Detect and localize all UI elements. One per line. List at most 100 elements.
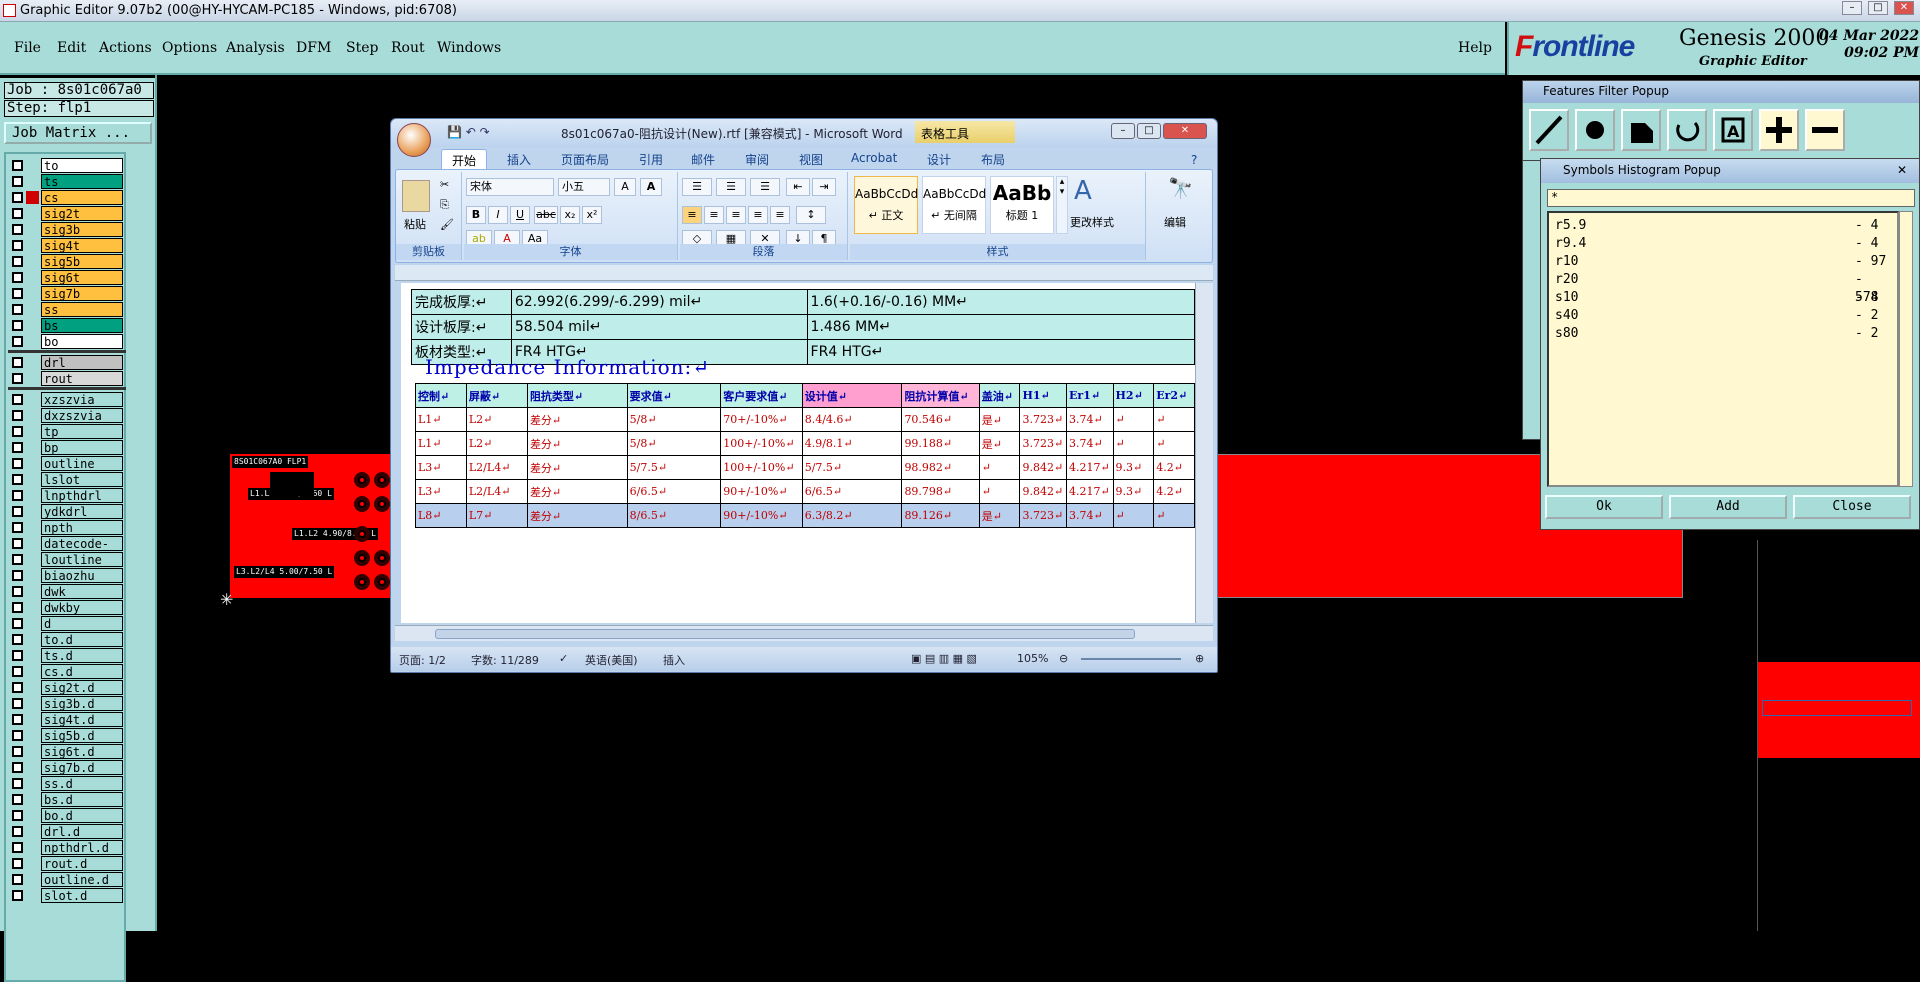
help-icon[interactable]: ? xyxy=(1191,153,1197,167)
format-painter-icon[interactable]: 🖌 xyxy=(440,218,454,231)
table-cell[interactable]: 3.723↵ xyxy=(1019,503,1067,528)
layer-checkbox[interactable] xyxy=(12,357,23,368)
table-cell[interactable]: 100+/-10%↵ xyxy=(720,431,803,456)
layer-row[interactable]: dwkby xyxy=(8,600,126,615)
layer-name[interactable]: sig2t xyxy=(41,206,123,221)
tab-home[interactable]: 开始 xyxy=(441,149,488,171)
table-cell[interactable]: 9.3↵ xyxy=(1112,479,1155,504)
layer-checkbox[interactable] xyxy=(12,874,23,885)
table-cell[interactable]: 9.842↵ xyxy=(1019,479,1067,504)
page-count[interactable]: 页面: 1/2 xyxy=(399,652,446,668)
grow-font-icon[interactable]: A xyxy=(614,178,636,196)
menu-step[interactable]: Step xyxy=(346,40,378,56)
table-cell[interactable]: 8.4/4.6↵ xyxy=(801,407,903,432)
document-page[interactable]: 完成板厚:↵ 62.992(6.299/-6.299) mil↵ 1.6(+0.16… xyxy=(401,283,1196,623)
table-cell[interactable]: L1↵ xyxy=(415,431,467,456)
table-cell[interactable]: 差分↵ xyxy=(526,479,628,504)
layer-row[interactable]: bo xyxy=(8,334,126,349)
table-cell[interactable]: 89.798↵ xyxy=(901,479,980,504)
layer-name[interactable]: dwkby xyxy=(41,600,123,615)
table-header-cell[interactable]: Er2↵ xyxy=(1153,383,1195,408)
layer-checkbox[interactable] xyxy=(12,570,23,581)
table-header-cell[interactable]: Er1↵ xyxy=(1066,383,1114,408)
layer-row[interactable]: to xyxy=(8,158,126,173)
layer-name[interactable]: cs.d xyxy=(41,664,123,679)
layer-name[interactable]: sig4t xyxy=(41,238,123,253)
layer-name[interactable]: lslot xyxy=(41,472,123,487)
table-header-cell[interactable]: 屏蔽↵ xyxy=(465,383,528,408)
layer-row[interactable]: sig3b xyxy=(8,222,126,237)
tab-references[interactable]: 引用 xyxy=(639,151,663,168)
table-cell[interactable]: L2↵ xyxy=(465,431,528,456)
layer-checkbox[interactable] xyxy=(12,442,23,453)
tab-mailings[interactable]: 邮件 xyxy=(691,151,715,168)
zoom-out-icon[interactable]: ⊖ xyxy=(1059,652,1068,665)
table-cell[interactable]: 90+/-10%↵ xyxy=(720,479,803,504)
table-cell[interactable]: FR4 HTG↵ xyxy=(806,339,1196,365)
layer-row[interactable]: ts xyxy=(8,174,126,189)
layer-checkbox[interactable] xyxy=(12,410,23,421)
table-cell[interactable]: 3.723↵ xyxy=(1019,431,1067,456)
layer-name[interactable]: ts xyxy=(41,174,123,189)
layer-checkbox[interactable] xyxy=(12,826,23,837)
line-tool-button[interactable] xyxy=(1529,109,1569,151)
layer-row[interactable]: to.d xyxy=(8,632,126,647)
layer-name[interactable]: sig7b.d xyxy=(41,760,123,775)
menu-rout[interactable]: Rout xyxy=(391,40,425,56)
table-cell[interactable]: L2↵ xyxy=(465,407,528,432)
layer-name[interactable]: biaozhu xyxy=(41,568,123,583)
table-cell[interactable]: ↵ xyxy=(1153,431,1195,456)
tab-layout[interactable]: 布局 xyxy=(981,151,1005,168)
spellcheck-icon[interactable]: ✓ xyxy=(559,652,568,665)
insert-mode[interactable]: 插入 xyxy=(663,652,685,668)
layer-row[interactable]: sig6t xyxy=(8,270,126,285)
layer-checkbox[interactable] xyxy=(12,554,23,565)
superscript-button[interactable]: x² xyxy=(582,206,602,224)
table-cell[interactable]: 5/8↵ xyxy=(626,407,722,432)
layer-name[interactable]: ss xyxy=(41,302,123,317)
tab-design[interactable]: 设计 xyxy=(927,151,951,168)
word-close-button[interactable]: ✕ xyxy=(1163,123,1207,139)
zoom-level[interactable]: 105% xyxy=(1017,652,1048,665)
layer-row[interactable]: bp xyxy=(8,440,126,455)
table-cell[interactable]: L7↵ xyxy=(465,503,528,528)
table-cell[interactable]: 1.486 MM↵ xyxy=(806,314,1196,340)
layer-name[interactable]: npthdrl.d xyxy=(41,840,123,855)
layer-name[interactable]: ts.d xyxy=(41,648,123,663)
layer-row[interactable]: loutline xyxy=(8,552,126,567)
list-item[interactable]: s80 - 2 xyxy=(1555,325,1891,343)
close-icon[interactable]: ✕ xyxy=(1897,163,1907,177)
layer-name[interactable]: bp xyxy=(41,440,123,455)
char-border-icon[interactable]: A xyxy=(640,178,662,196)
layer-name[interactable]: rout.d xyxy=(41,856,123,871)
symbol-list-scrollbar[interactable] xyxy=(1899,211,1913,487)
menu-dfm[interactable]: DFM xyxy=(296,40,331,56)
layer-checkbox[interactable] xyxy=(12,176,23,187)
layer-name[interactable]: npth xyxy=(41,520,123,535)
table-cell[interactable]: 9.3↵ xyxy=(1112,455,1155,480)
layer-checkbox[interactable] xyxy=(12,762,23,773)
table-cell[interactable]: 设计板厚:↵ xyxy=(411,314,512,340)
strikethrough-button[interactable]: abc xyxy=(534,206,558,224)
table-cell[interactable]: 100+/-10%↵ xyxy=(720,455,803,480)
table-cell[interactable]: 3.74↵ xyxy=(1066,431,1114,456)
table-cell[interactable]: L3↵ xyxy=(415,479,467,504)
layer-name[interactable]: sig2t.d xyxy=(41,680,123,695)
layer-name[interactable]: to xyxy=(41,158,123,173)
table-cell[interactable]: 3.74↵ xyxy=(1066,407,1114,432)
tab-page-layout[interactable]: 页面布局 xyxy=(561,151,609,168)
layer-checkbox[interactable] xyxy=(12,842,23,853)
table-cell[interactable]: 8/6.5↵ xyxy=(626,503,722,528)
tab-insert[interactable]: 插入 xyxy=(507,151,531,168)
menu-windows[interactable]: Windows xyxy=(437,40,501,56)
job-matrix-button[interactable]: Job Matrix ... xyxy=(4,122,152,144)
bullets-icon[interactable]: ☰ xyxy=(682,178,712,196)
copy-icon[interactable]: ⎘ xyxy=(440,198,449,212)
layer-checkbox[interactable] xyxy=(12,160,23,171)
table-cell[interactable]: 62.992(6.299/-6.299) mil↵ xyxy=(510,289,808,315)
layer-row[interactable]: cs xyxy=(8,190,126,205)
table-cell[interactable]: 差分↵ xyxy=(526,503,628,528)
layer-name[interactable]: lnpthdrl xyxy=(41,488,123,503)
layer-name[interactable]: tp xyxy=(41,424,123,439)
table-cell[interactable]: 9.842↵ xyxy=(1019,455,1067,480)
